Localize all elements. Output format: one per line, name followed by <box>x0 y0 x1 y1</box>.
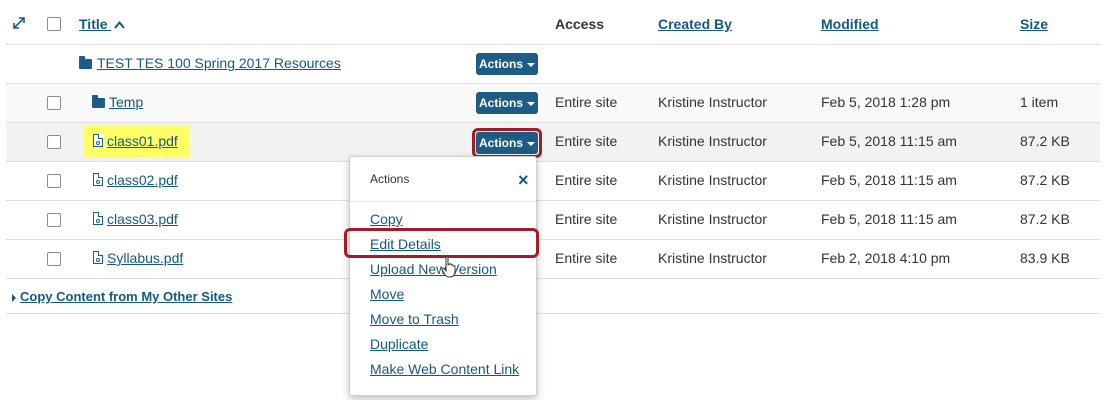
created-by-cell: Kristine Instructor <box>658 94 767 110</box>
access-column-header: Access <box>555 16 605 32</box>
size-cell: 83.9 KB <box>1020 250 1070 266</box>
size-cell: 87.2 KB <box>1020 172 1070 188</box>
sort-ascending-icon <box>114 16 126 29</box>
size-cell: 87.2 KB <box>1020 211 1070 227</box>
file-link[interactable]: Syllabus.pdf <box>107 250 183 266</box>
actions-button[interactable]: Actions <box>476 53 538 75</box>
created-by-cell: Kristine Instructor <box>658 250 767 266</box>
divider <box>6 239 1100 240</box>
pdf-file-icon <box>93 134 103 147</box>
copy-content-label: Copy Content from My Other Sites <box>20 289 233 304</box>
expand-icon[interactable] <box>12 16 26 30</box>
menu-item-copy[interactable]: Copy <box>370 211 403 227</box>
access-cell: Entire site <box>555 172 618 188</box>
actions-button[interactable]: Actions <box>476 92 538 114</box>
access-cell: Entire site <box>555 133 618 149</box>
row-checkbox[interactable] <box>47 174 61 188</box>
folder-open-icon <box>79 56 92 69</box>
hand-cursor-icon <box>441 256 459 278</box>
file-link[interactable]: Temp <box>109 94 143 110</box>
actions-label: Actions <box>478 136 523 150</box>
divider <box>6 200 1100 201</box>
modified-column-header[interactable]: Modified <box>821 16 879 32</box>
modified-cell: Feb 5, 2018 1:28 pm <box>821 94 951 110</box>
title-header-label: Title <box>79 16 108 32</box>
select-all-checkbox[interactable] <box>47 17 61 31</box>
title-column-header[interactable]: Title <box>79 16 126 32</box>
menu-title: Actions <box>370 172 410 186</box>
menu-item-duplicate[interactable]: Duplicate <box>370 336 428 352</box>
modified-cell: Feb 2, 2018 4:10 pm <box>821 250 951 266</box>
caret-right-icon <box>12 293 16 302</box>
access-cell: Entire site <box>555 250 618 266</box>
modified-cell: Feb 5, 2018 11:15 am <box>821 211 957 227</box>
modified-cell: Feb 5, 2018 11:15 am <box>821 133 957 149</box>
file-link[interactable]: class02.pdf <box>107 172 178 188</box>
caret-down-icon <box>527 141 535 146</box>
menu-item-upload-new-version[interactable]: Upload New Version <box>370 261 497 277</box>
caret-down-icon <box>527 62 535 67</box>
divider <box>6 278 1100 279</box>
folder-icon <box>92 95 105 108</box>
access-cell: Entire site <box>555 94 618 110</box>
divider <box>6 161 1100 162</box>
created-by-cell: Kristine Instructor <box>658 133 767 149</box>
created-by-column-header[interactable]: Created By <box>658 16 732 32</box>
menu-item-make-web-content-link[interactable]: Make Web Content Link <box>370 361 519 377</box>
created-by-cell: Kristine Instructor <box>658 172 767 188</box>
actions-label: Actions <box>478 57 523 71</box>
pdf-file-icon <box>93 173 103 186</box>
pdf-file-icon <box>93 212 103 225</box>
row-checkbox[interactable] <box>47 213 61 227</box>
access-cell: Entire site <box>555 211 618 227</box>
size-cell: 1 item <box>1020 94 1059 110</box>
copy-content-link[interactable]: Copy Content from My Other Sites <box>12 289 232 304</box>
row-checkbox[interactable] <box>47 252 61 266</box>
size-cell: 87.2 KB <box>1020 133 1070 149</box>
edit-details-callout <box>344 228 539 258</box>
menu-item-move[interactable]: Move <box>370 286 404 302</box>
divider <box>6 44 1100 45</box>
file-link[interactable]: class03.pdf <box>107 211 178 227</box>
menu-item-move-to-trash[interactable]: Move to Trash <box>370 311 459 327</box>
size-column-header[interactable]: Size <box>1020 16 1048 32</box>
pdf-file-icon <box>93 251 103 264</box>
close-icon[interactable]: × <box>518 171 529 189</box>
created-by-cell: Kristine Instructor <box>658 211 767 227</box>
actions-button[interactable]: Actions <box>476 132 538 154</box>
row-checkbox[interactable] <box>47 135 61 149</box>
divider <box>6 313 1100 314</box>
caret-down-icon <box>527 101 535 106</box>
menu-divider <box>350 201 536 202</box>
modified-cell: Feb 5, 2018 11:15 am <box>821 172 957 188</box>
row-checkbox[interactable] <box>47 96 61 110</box>
file-link[interactable]: class01.pdf <box>107 133 178 149</box>
actions-label: Actions <box>478 96 523 110</box>
parent-folder-link[interactable]: TEST TES 100 Spring 2017 Resources <box>97 55 341 71</box>
